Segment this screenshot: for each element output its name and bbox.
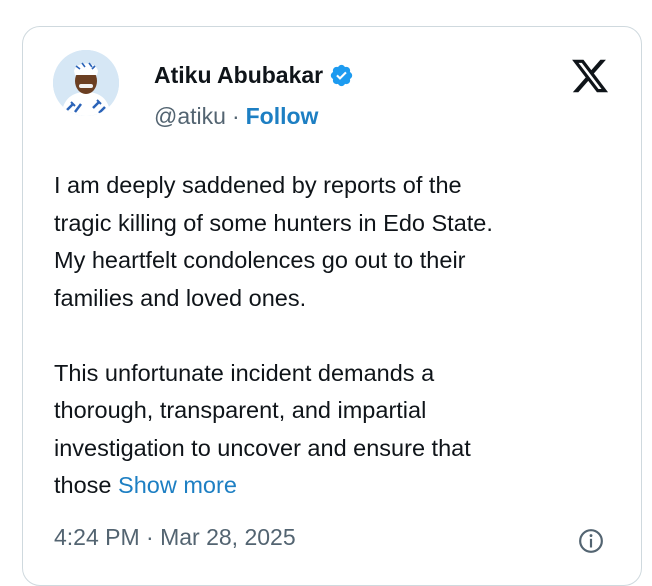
verified-badge-icon [330, 64, 353, 87]
follow-button[interactable]: Follow [246, 103, 319, 130]
tweet-line: I am deeply saddened by reports of the [54, 172, 462, 198]
tweet-line: thorough, transparent, and impartial [54, 397, 427, 423]
author-handle[interactable]: @atiku [154, 103, 226, 130]
tweet-card: Atiku Abubakar @atiku · Follow I am deep… [22, 26, 642, 586]
author-handle-row: @atiku · Follow [154, 103, 318, 130]
author-name-row: Atiku Abubakar [154, 62, 354, 89]
tweet-text: I am deeply saddened by reports of the t… [54, 167, 599, 505]
tweet-line: investigation to uncover and ensure that [54, 434, 471, 461]
author-name[interactable]: Atiku Abubakar [154, 62, 323, 89]
tweet-line: My heartfelt condolences go out to their [54, 247, 466, 273]
tweet-timestamp[interactable]: 4:24 PM · Mar 28, 2025 [54, 524, 296, 551]
tweet-last-line: those Show more [54, 467, 599, 505]
tweet-line: families and loved ones. [54, 284, 307, 311]
info-icon[interactable] [578, 528, 604, 554]
avatar[interactable] [53, 50, 119, 116]
show-more-link[interactable]: Show more [118, 472, 237, 498]
handle-separator: · [231, 103, 240, 129]
avatar-image [53, 50, 119, 116]
tweet-line: This unfortunate incident demands a [54, 359, 435, 386]
x-logo-icon[interactable] [568, 56, 612, 96]
tweet-line: those [54, 472, 112, 498]
tweet-line: tragic killing of some hunters in Edo St… [54, 209, 493, 236]
